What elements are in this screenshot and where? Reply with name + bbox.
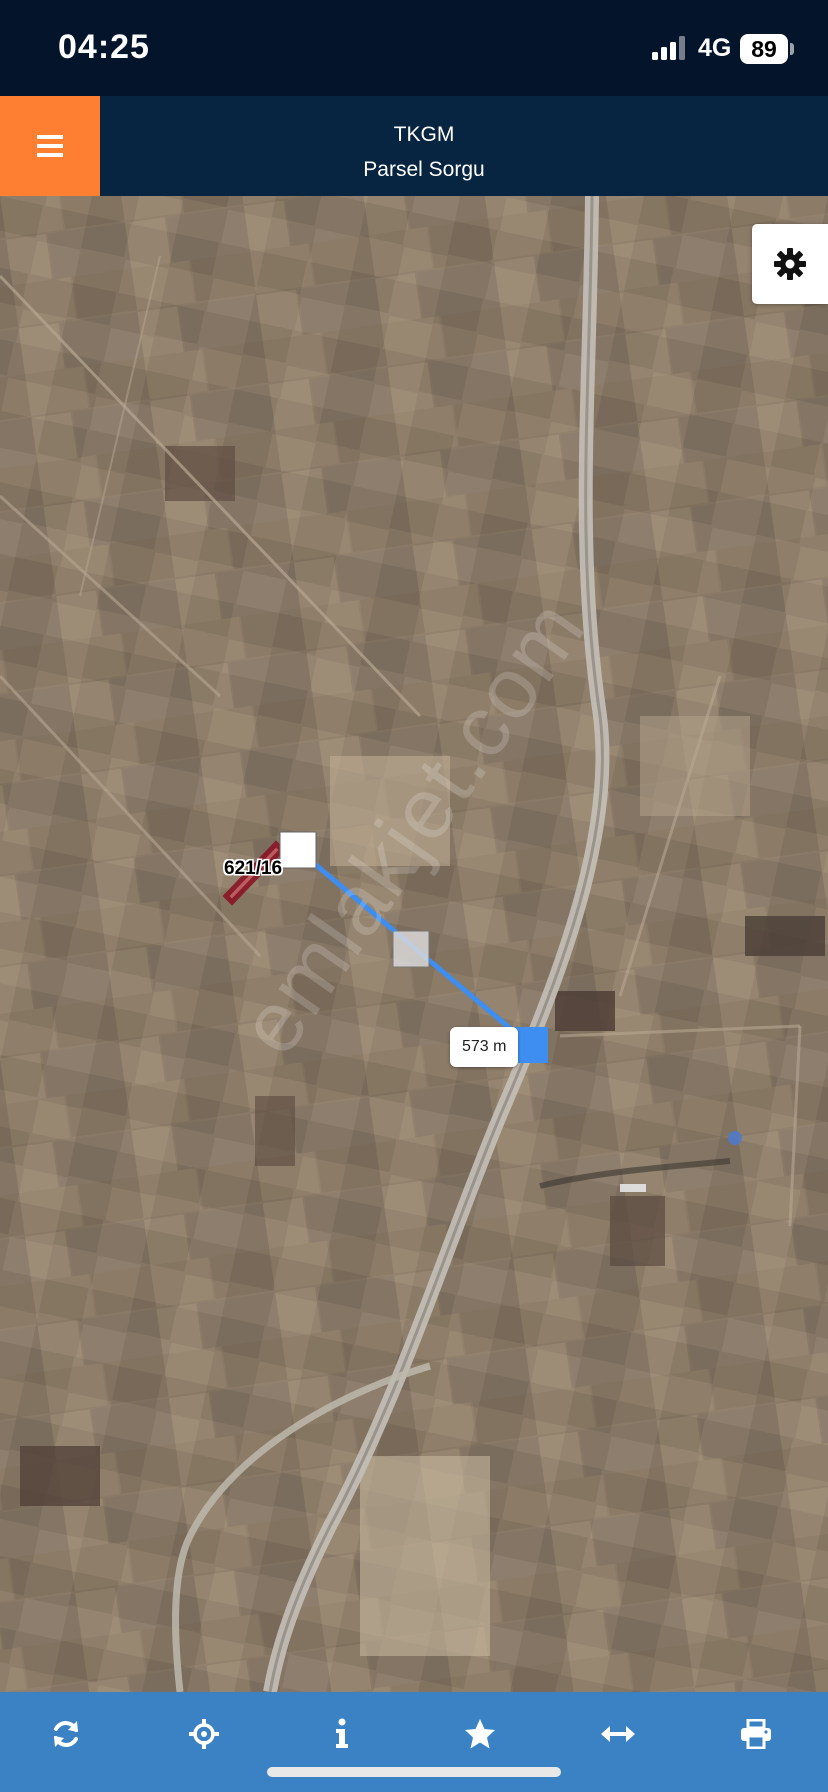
- distance-label: 573 m: [450, 1027, 519, 1067]
- app-subtitle: Parsel Sorgu: [363, 158, 485, 181]
- bottom-toolbar: [0, 1692, 828, 1792]
- status-time: 04:25: [58, 28, 150, 66]
- measure-icon: [601, 1726, 635, 1742]
- print-button[interactable]: [726, 1710, 786, 1758]
- locate-icon: [189, 1719, 219, 1749]
- home-indicator: [267, 1767, 561, 1777]
- app-header: TKGM Parsel Sorgu: [0, 96, 828, 196]
- locate-button[interactable]: [174, 1710, 234, 1758]
- star-icon: [465, 1719, 495, 1749]
- battery-tip: [790, 43, 794, 55]
- print-icon: [741, 1719, 771, 1749]
- settings-button[interactable]: [752, 224, 828, 304]
- gear-icon: [774, 248, 806, 280]
- signal-bars-icon: [652, 36, 685, 60]
- favorites-button[interactable]: [450, 1710, 510, 1758]
- map-imagery: [0, 196, 828, 1692]
- satellite-map[interactable]: emlakjet.com 621/16 573 m: [0, 196, 828, 1692]
- battery-icon: 89: [740, 34, 788, 64]
- hamburger-menu-icon: [37, 135, 63, 157]
- menu-button[interactable]: [0, 96, 100, 196]
- network-type: 4G: [698, 34, 732, 62]
- app-title: TKGM: [393, 123, 455, 146]
- parcel-label[interactable]: 621/16: [224, 858, 282, 880]
- status-bar: 04:25 4G 89: [0, 0, 828, 96]
- refresh-button[interactable]: [36, 1710, 96, 1758]
- info-icon: [336, 1718, 348, 1748]
- refresh-icon: [54, 1721, 78, 1747]
- measure-button[interactable]: [588, 1710, 648, 1758]
- info-button[interactable]: [312, 1710, 372, 1758]
